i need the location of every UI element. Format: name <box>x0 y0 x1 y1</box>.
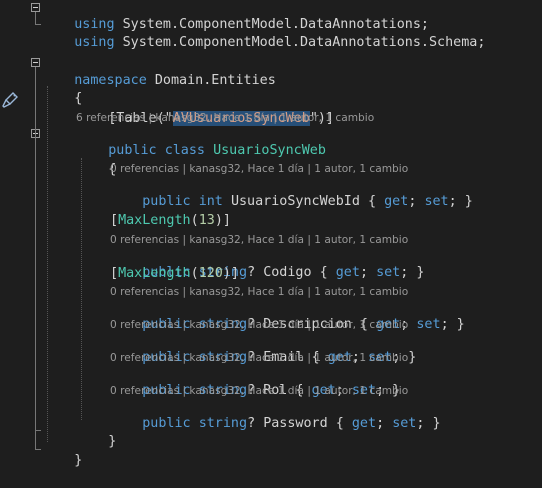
class-open-brace-line[interactable]: { <box>76 143 116 177</box>
maxlength-attribute: MaxLength <box>118 213 191 228</box>
property-line[interactable]: public int UsuarioSyncWebId { get; set; … <box>110 175 473 209</box>
codelens-property[interactable]: 0 referencias | kanasg32, Hace 1 día | 1… <box>110 233 408 247</box>
codelens-property[interactable]: 0 referencias | kanasg32, Hace 1 día | 1… <box>110 351 408 365</box>
codelens-property[interactable]: 0 referencias | kanasg32, Hace 1 día | 1… <box>110 318 408 332</box>
close-brace: } <box>108 434 117 449</box>
codelens-property[interactable]: 0 referencias | kanasg32, Hace 1 día | 1… <box>110 384 408 398</box>
set-keyword: set <box>392 416 417 431</box>
namespace-keyword: namespace <box>74 73 147 88</box>
namespace-ref: System.ComponentModel.DataAnnotations.Sc… <box>122 35 478 50</box>
close-brace: } <box>74 453 83 468</box>
using-keyword: using <box>74 35 115 50</box>
indent-guide <box>47 86 48 442</box>
property-line[interactable]: public string? Email { get; set; } <box>110 331 416 365</box>
property-line[interactable]: public string? Codigo { get; set; } <box>110 246 424 280</box>
property-line[interactable]: public string? Descripcion { get; set; } <box>110 298 465 332</box>
maxlength-value: 120 <box>198 266 223 281</box>
property-name: UsuarioSyncWebId <box>230 194 360 209</box>
property-name: Codigo <box>263 265 312 280</box>
set-keyword: set <box>424 194 449 209</box>
using-line[interactable]: using System.ComponentModel.DataAnnotati… <box>42 0 429 32</box>
collapse-icon[interactable] <box>31 3 40 12</box>
collapse-icon[interactable] <box>31 58 40 67</box>
get-keyword: get <box>384 194 409 209</box>
codelens-class[interactable]: 6 referencias | kanasg32, Hace 1 día | 1… <box>76 111 374 125</box>
fold-guide <box>35 449 41 450</box>
fold-guide <box>35 138 36 430</box>
int-keyword: int <box>198 194 223 209</box>
public-keyword: public <box>142 416 191 431</box>
maxlength-value: 13 <box>198 213 215 228</box>
namespace-line[interactable]: namespace Domain.Entities <box>42 54 276 88</box>
code-editor[interactable]: using System.ComponentModel.DataAnnotati… <box>0 0 542 485</box>
codelens-property[interactable]: 0 referencias | kanasg32, Hace 1 día | 1… <box>110 162 408 176</box>
codelens-property[interactable]: 0 referencias | kanasg32, Hace 1 día | 1… <box>110 285 408 299</box>
table-attribute-line[interactable]: [Table("AVUsuariosSyncWeb")] <box>76 92 334 126</box>
namespace-name: Domain.Entities <box>154 73 276 88</box>
namespace-close-brace-line[interactable]: } <box>42 434 82 468</box>
indent-guide <box>81 158 82 420</box>
class-keyword: class <box>164 143 205 158</box>
maxlength-attribute-line[interactable]: [MaxLength(13)] <box>110 212 231 230</box>
fold-guide <box>35 24 41 25</box>
property-name: Password <box>263 416 328 431</box>
property-line[interactable]: public string? Rol { get; set; } <box>110 364 400 398</box>
get-keyword: get <box>351 416 377 431</box>
maxlength-attribute: MaxLength <box>118 266 191 281</box>
class-name: UsuarioSyncWeb <box>213 143 326 158</box>
public-keyword: public <box>142 194 191 209</box>
string-keyword: string <box>198 416 248 431</box>
class-close-brace-line[interactable]: } <box>76 415 116 449</box>
maxlength-attribute-line[interactable]: [MaxLength(120)] <box>110 265 239 283</box>
property-line[interactable]: public string? Password { get; set; } <box>110 397 440 431</box>
class-declaration-line[interactable]: public class UsuarioSyncWeb <box>76 124 326 158</box>
using-line[interactable]: using System.ComponentModel.DataAnnotati… <box>42 16 485 50</box>
get-keyword: get <box>335 265 360 280</box>
brush-icon[interactable] <box>0 90 20 110</box>
set-keyword: set <box>416 317 441 332</box>
set-keyword: set <box>376 265 401 280</box>
fold-guide <box>35 12 36 24</box>
open-brace-line[interactable]: { <box>42 72 82 106</box>
fold-guide <box>35 430 41 431</box>
semicolon: ; <box>477 35 486 50</box>
